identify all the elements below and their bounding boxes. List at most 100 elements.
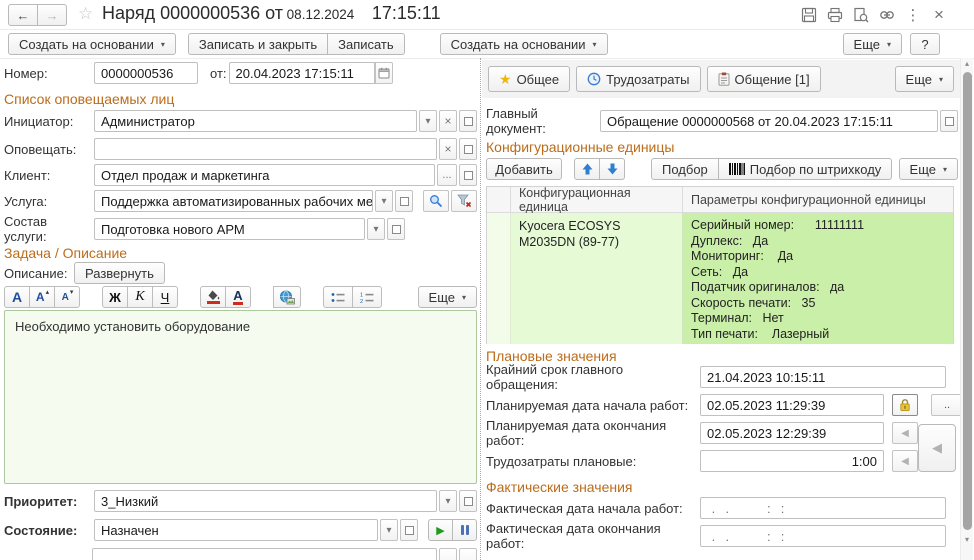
more-menu-icon[interactable]: ⋮	[904, 6, 922, 24]
planned-end-input[interactable]: 02.05.2023 12:29:39	[700, 422, 884, 444]
planned-labor-input[interactable]: 1:00	[700, 450, 884, 472]
command-bar: Создать на основании▾ Записать и закрыть…	[0, 30, 974, 59]
font-decrease-button[interactable]: А▾	[54, 286, 80, 308]
save-and-close-button[interactable]: Записать и закрыть	[188, 33, 328, 55]
main-doc-input[interactable]: Обращение 0000000568 от 20.04.2023 17:15…	[600, 110, 938, 132]
service-open-button[interactable]	[395, 190, 413, 212]
description-textarea[interactable]: Необходимо установить оборудование	[4, 310, 477, 484]
tab-general[interactable]: ★ Общее	[488, 66, 570, 92]
service-clear-filter-button[interactable]	[451, 190, 477, 212]
copy-planned-end-button[interactable]: ◀	[892, 422, 918, 444]
service-part-input[interactable]: Подготовка нового АРМ	[94, 218, 365, 240]
close-icon[interactable]: ×	[930, 6, 948, 24]
link-icon[interactable]	[878, 6, 896, 24]
service-part-dropdown-button[interactable]: ▾	[367, 218, 385, 240]
notify-input[interactable]	[94, 138, 437, 160]
save-button[interactable]: Записать	[327, 33, 405, 55]
scroll-up-arrow[interactable]: ▴	[961, 59, 973, 68]
initiator-open-button[interactable]	[459, 110, 477, 132]
more-button[interactable]: Еще▾	[843, 33, 902, 55]
client-input[interactable]: Отдел продаж и маркетинга	[94, 164, 435, 186]
tab-labor[interactable]: Трудозатраты	[576, 66, 700, 92]
state-input[interactable]: Назначен	[94, 519, 378, 541]
section-actual-header: Фактические значения	[486, 479, 633, 495]
scroll-down-arrow[interactable]: ▾	[961, 535, 973, 544]
service-part-open-button[interactable]	[387, 218, 405, 240]
pause-button[interactable]	[452, 519, 477, 541]
copy-planned-labor-button[interactable]: ◀	[892, 450, 918, 472]
font-button[interactable]: А	[4, 286, 30, 308]
bold-button[interactable]: Ж	[102, 286, 128, 308]
tab-communication[interactable]: Общение [1]	[707, 66, 821, 92]
deadline-label: Крайний срок главного обращения:	[486, 362, 698, 392]
save-icon[interactable]	[800, 6, 818, 24]
priority-open-button[interactable]	[459, 490, 477, 512]
tabs-more-button[interactable]: Еще▾	[895, 66, 954, 92]
italic-button[interactable]: К	[127, 286, 153, 308]
priority-dropdown-button[interactable]: ▾	[439, 490, 457, 512]
main-doc-open-button[interactable]	[940, 110, 958, 132]
state-dropdown-button[interactable]: ▾	[380, 519, 398, 541]
move-group	[574, 158, 625, 180]
calendar-button[interactable]	[375, 62, 393, 84]
clipboard-icon	[718, 72, 730, 86]
initiator-clear-button[interactable]: ×	[439, 110, 457, 132]
param-line: Терминал: Нет	[691, 311, 945, 327]
move-up-button[interactable]	[574, 158, 600, 180]
initiator-input[interactable]: Администратор	[94, 110, 417, 132]
state-open-button[interactable]	[400, 519, 418, 541]
fill-color-button[interactable]	[200, 286, 226, 308]
preview-icon[interactable]	[852, 6, 870, 24]
help-button[interactable]: ?	[910, 33, 940, 55]
actual-start-input[interactable]: . . : :	[700, 497, 946, 519]
initiator-dropdown-button[interactable]: ▾	[419, 110, 437, 132]
underline-button[interactable]: Ч	[152, 286, 178, 308]
config-more-button[interactable]: Еще▾	[899, 158, 958, 180]
create-based-on-button-2[interactable]: Создать на основании▾	[440, 33, 608, 55]
clipped-dropdown-button[interactable]	[439, 548, 457, 560]
print-icon[interactable]	[826, 6, 844, 24]
service-search-button[interactable]	[423, 190, 449, 212]
date-input[interactable]: 20.04.2023 17:15:11	[229, 62, 375, 84]
priority-input[interactable]: 3_Низкий	[94, 490, 437, 512]
scrollbar-thumb[interactable]	[963, 72, 972, 530]
actual-end-input[interactable]: . . : :	[700, 525, 946, 547]
initiator-row: Инициатор: Администратор ▾ ×	[4, 110, 477, 132]
back-button[interactable]: ←	[8, 4, 38, 26]
font-increase-button[interactable]: А▴	[29, 286, 55, 308]
start-button[interactable]: ▶	[428, 519, 453, 541]
table-row[interactable]: Kyocera ECOSYS M2035DN (89-77) Серийный …	[487, 213, 953, 344]
notify-open-button[interactable]	[459, 138, 477, 160]
insert-image-button[interactable]	[273, 286, 301, 308]
planned-start-extra-button[interactable]: ..	[931, 394, 960, 416]
clipped-open-button[interactable]	[459, 548, 477, 560]
panel-splitter[interactable]	[480, 58, 481, 560]
lock-button[interactable]	[892, 394, 918, 416]
add-button[interactable]: Добавить	[486, 158, 562, 180]
deadline-input[interactable]: 21.04.2023 10:15:11	[700, 366, 946, 388]
numbered-list-button[interactable]: 12	[352, 286, 382, 308]
format-more-button[interactable]: Еще▾	[418, 286, 477, 308]
client-select-button[interactable]: ...	[437, 164, 457, 186]
notify-clear-button[interactable]: ×	[439, 138, 457, 160]
create-based-on-button[interactable]: Создать на основании▾	[8, 33, 176, 55]
client-open-button[interactable]	[459, 164, 477, 186]
chevron-down-icon: ▾	[445, 496, 450, 507]
clipped-input[interactable]	[92, 548, 437, 560]
service-dropdown-button[interactable]: ▾	[375, 190, 393, 212]
planned-start-input[interactable]: 02.05.2023 11:29:39	[700, 394, 884, 416]
pick-barcode-button[interactable]: Подбор по штрихкоду	[718, 158, 893, 180]
bullet-list-button[interactable]	[323, 286, 353, 308]
text-color-button[interactable]: А	[225, 286, 251, 308]
numbered-list-icon: 12	[360, 292, 374, 303]
move-down-button[interactable]	[599, 158, 625, 180]
expand-button[interactable]: Развернуть	[74, 262, 165, 284]
arrow-up-icon	[582, 163, 593, 175]
copy-planned-dates-button[interactable]: ◀	[918, 424, 956, 472]
favorite-star-icon[interactable]: ☆	[78, 4, 93, 24]
chevron-down-icon: ▾	[373, 224, 378, 235]
pick-button[interactable]: Подбор	[651, 158, 719, 180]
service-input[interactable]: Поддержка автоматизированных рабочих мес…	[94, 190, 373, 212]
number-input[interactable]: 0000000536	[94, 62, 198, 84]
forward-button[interactable]: →	[37, 4, 67, 26]
